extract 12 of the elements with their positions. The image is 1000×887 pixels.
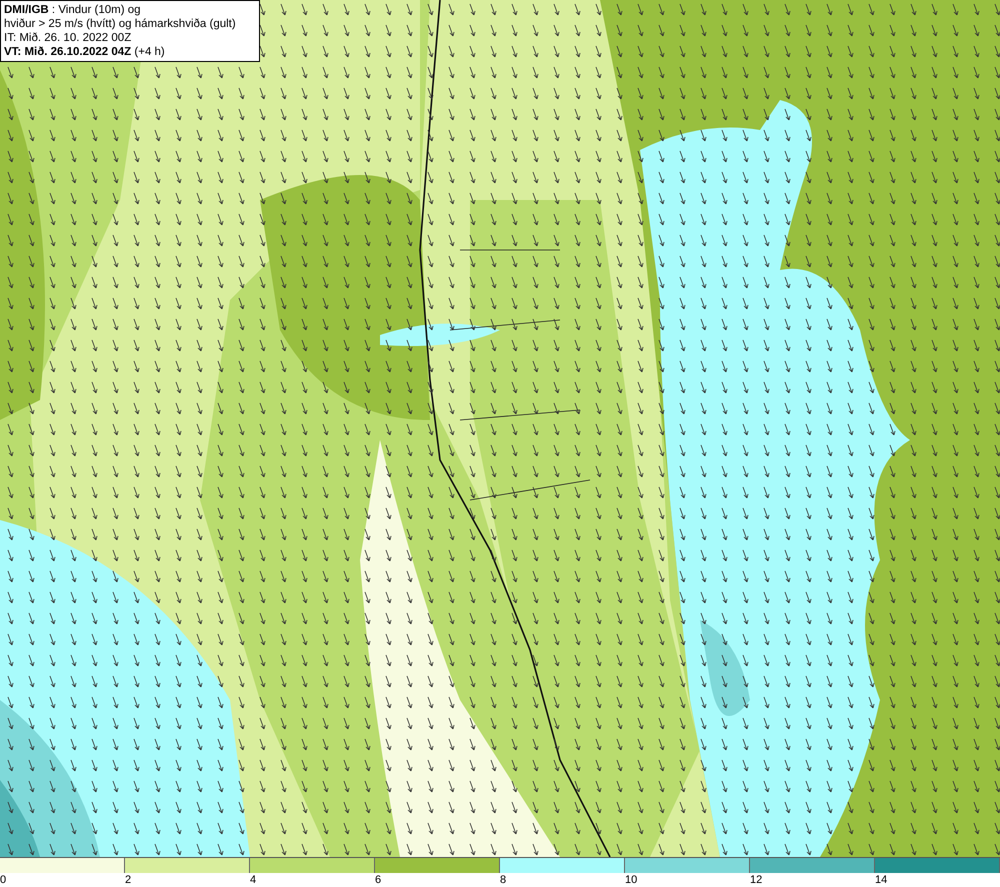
title-line: hviður > 25 m/s (hvítt) og hámarkshviða (gult) xyxy=(4,17,237,31)
legend-tick-label: 6 xyxy=(375,873,382,887)
legend-tick-label: 10 xyxy=(625,873,638,887)
legend-tick-label: 4 xyxy=(250,873,256,887)
title-line: DMI/IGB : Vindur (10m) og xyxy=(4,3,142,17)
title-line: VT: Mið. 26.10.2022 04Z (+4 h) xyxy=(4,45,166,59)
legend-tick-label: 12 xyxy=(750,873,762,887)
legend-tick-label: 8 xyxy=(500,873,506,887)
legend-tick-label: 0 xyxy=(0,873,6,887)
legend-tick-label: 14 xyxy=(875,873,888,887)
title-line: IT: Mið. 26. 10. 2022 00Z xyxy=(4,31,132,45)
legend-tick-label: 2 xyxy=(125,873,132,887)
